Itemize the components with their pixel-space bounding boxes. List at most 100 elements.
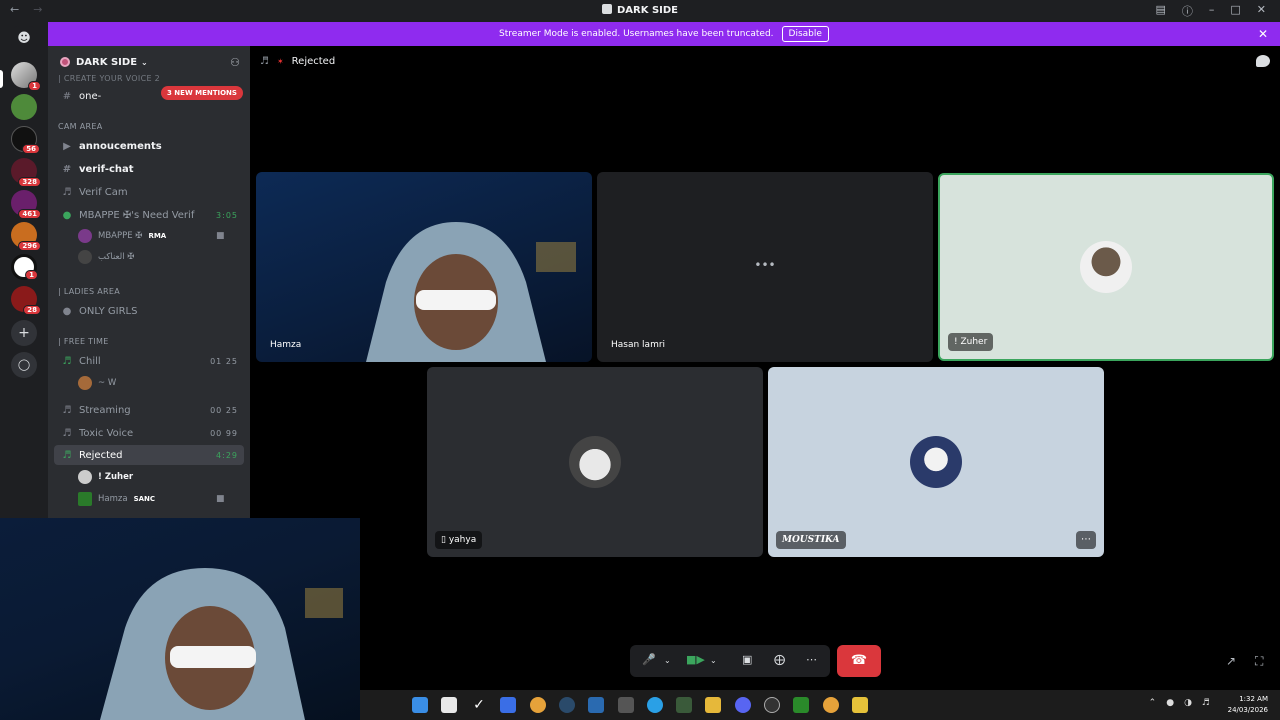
wifi-icon[interactable]: ◑	[1184, 698, 1192, 708]
rockstar-icon[interactable]	[852, 697, 868, 713]
chevron-down-icon[interactable]: ⌄	[664, 656, 671, 665]
participant-name: Hamza	[270, 340, 302, 350]
server-icon-3[interactable]: 56	[11, 126, 40, 154]
avatar	[78, 229, 92, 243]
activities-icon[interactable]: ⨁	[774, 653, 785, 666]
discord-icon[interactable]	[735, 697, 751, 713]
camera-icon: ■	[216, 231, 225, 241]
fullscreen-icon[interactable]: ⛶	[1255, 654, 1263, 669]
channel-rejected[interactable]: ♬ Rejected 4:29	[54, 445, 244, 465]
category-cam-area[interactable]: CAM AREA	[58, 122, 102, 131]
folder-icon[interactable]	[705, 697, 721, 713]
channel-chill[interactable]: ♬ Chill 01 25	[54, 351, 244, 371]
category-create-voice[interactable]: | CREATE YOUR VOICE 2	[58, 74, 160, 83]
store-icon[interactable]	[588, 697, 604, 713]
title-bar: ← → DARK SIDE ▤ ⓘ – □ ✕	[0, 0, 1280, 22]
discord-home-icon[interactable]: ☻	[11, 26, 37, 52]
close-banner-icon[interactable]: ✕	[1258, 27, 1268, 41]
windows-start-icon[interactable]	[412, 697, 428, 713]
server-icon-2[interactable]	[11, 94, 37, 120]
voice-user-mbappe[interactable]: MBAPPE ✠ RMA ■	[78, 227, 225, 245]
voice-user-hamza[interactable]: Hamza SANC ■	[78, 490, 225, 508]
channel-verif-cam[interactable]: ♬ Verif Cam	[54, 182, 244, 202]
mobile-icon: ▯	[441, 535, 449, 545]
server-icon-7[interactable]: 1	[11, 254, 38, 280]
channel-toxic-voice[interactable]: ♬ Toxic Voice 00 99	[54, 423, 244, 443]
server-icon-6[interactable]: 296	[11, 222, 41, 251]
channel-streaming[interactable]: ♬ Streaming 00 25	[54, 400, 244, 420]
close-window-button[interactable]: ✕	[1257, 3, 1266, 19]
channel-only-girls[interactable]: ● ONLY GIRLS	[54, 301, 244, 321]
participant-name: MOUSTIKA	[776, 531, 846, 549]
video-tile-zuher[interactable]: ! Zuher	[938, 173, 1274, 361]
chevron-down-icon[interactable]: ⌄	[710, 656, 717, 665]
settings-icon[interactable]	[764, 697, 780, 713]
chrome-icon[interactable]	[823, 697, 839, 713]
hash-icon: #	[62, 163, 72, 175]
loading-dots: •••	[754, 258, 776, 272]
camera-icon: ■	[216, 494, 225, 504]
video-tile-hamza[interactable]: Hamza	[256, 172, 592, 362]
video-tile-moustika[interactable]: MOUSTIKA ⋯	[768, 367, 1104, 557]
avatar	[569, 436, 621, 488]
voice-user-zuher[interactable]: ! Zuher	[78, 468, 133, 486]
voice-user-w[interactable]: ~ W	[78, 374, 116, 392]
maximize-button[interactable]: □	[1230, 3, 1240, 19]
avatar	[78, 376, 92, 390]
app-icon[interactable]	[793, 697, 809, 713]
more-options-icon[interactable]: ⋯	[1076, 531, 1096, 549]
voice-user-arabic[interactable]: العناكب ✠	[78, 248, 134, 266]
server-icon-4[interactable]: 328	[11, 158, 41, 187]
streamer-mode-banner: Streamer Mode is enabled. Usernames have…	[48, 22, 1280, 46]
camera-icon[interactable]: ■▶	[686, 653, 705, 666]
file-icon[interactable]	[441, 697, 457, 713]
avatar	[78, 492, 92, 506]
channel-verif-chat[interactable]: # verif-chat	[54, 159, 244, 179]
terminal-icon[interactable]	[618, 697, 634, 713]
channel-announcements[interactable]: ▶ annoucements	[54, 136, 244, 156]
microphone-icon[interactable]: ●	[1166, 698, 1174, 708]
window-title: DARK SIDE	[0, 4, 1280, 16]
app-icon[interactable]	[676, 697, 692, 713]
telegram-icon[interactable]	[647, 697, 663, 713]
taskbar: ✓ ⌃ ● ◑ ♬ 1:32 AM 24/03/2026	[360, 690, 1280, 720]
video-tile-hasan[interactable]: ••• Hasan lamri	[597, 172, 933, 362]
steam-icon[interactable]	[559, 697, 575, 713]
chrome-icon[interactable]	[530, 697, 546, 713]
category-ladies-area[interactable]: | LADIES AREA	[58, 287, 120, 296]
disconnect-button[interactable]: ☎	[837, 645, 881, 677]
speaker-icon: ♬	[62, 404, 72, 416]
server-icon-8[interactable]: 28	[11, 286, 41, 315]
channel-emoji-icon: ✶	[276, 57, 284, 66]
server-icon-5[interactable]: 461	[11, 190, 41, 219]
video-tile-yahya[interactable]: ▯ yahya	[427, 367, 763, 557]
channel-need-verif[interactable]: ● MBAPPE ✠'s Need Verif 3:05	[54, 205, 244, 225]
chat-bubble-icon[interactable]	[1256, 55, 1270, 67]
speaker-icon: ♬	[62, 449, 72, 461]
speaker-icon: ♬	[260, 56, 269, 67]
new-mentions-badge[interactable]: 3 NEW MENTIONS	[161, 86, 243, 100]
check-icon[interactable]: ✓	[471, 697, 487, 713]
channel-sidebar: DARK SIDE ⌄ ⚇ | CREATE YOUR VOICE 2 # one…	[48, 46, 250, 518]
disable-button[interactable]: Disable	[781, 26, 829, 42]
volume-icon[interactable]: ♬	[1202, 698, 1210, 708]
system-tray: ⌃ ● ◑ ♬	[1149, 698, 1210, 708]
minimize-button[interactable]: –	[1209, 3, 1215, 19]
help-icon[interactable]: ⓘ	[1182, 3, 1193, 19]
chevron-up-icon[interactable]: ⌃	[1149, 698, 1157, 708]
participant-name: ! Zuher	[948, 333, 994, 351]
avatar	[78, 250, 92, 264]
add-server-icon[interactable]: +	[11, 320, 37, 346]
category-free-time[interactable]: | FREE TIME	[58, 337, 109, 346]
clock[interactable]: 1:32 AM 24/03/2026	[1228, 694, 1268, 716]
more-icon[interactable]: ⋯	[806, 653, 817, 666]
app-icon[interactable]	[500, 697, 516, 713]
microphone-icon[interactable]: 🎤	[642, 653, 656, 666]
discover-icon[interactable]: ◯	[11, 352, 37, 378]
inbox-icon[interactable]: ▤	[1155, 3, 1165, 19]
popout-icon[interactable]: ↗	[1226, 654, 1236, 668]
window-controls: ▤ ⓘ – □ ✕	[1155, 3, 1266, 19]
invite-icon[interactable]: ⚇	[230, 56, 240, 69]
server-icon-1[interactable]: 1	[11, 62, 41, 91]
screen-share-icon[interactable]: ▣	[742, 653, 752, 666]
